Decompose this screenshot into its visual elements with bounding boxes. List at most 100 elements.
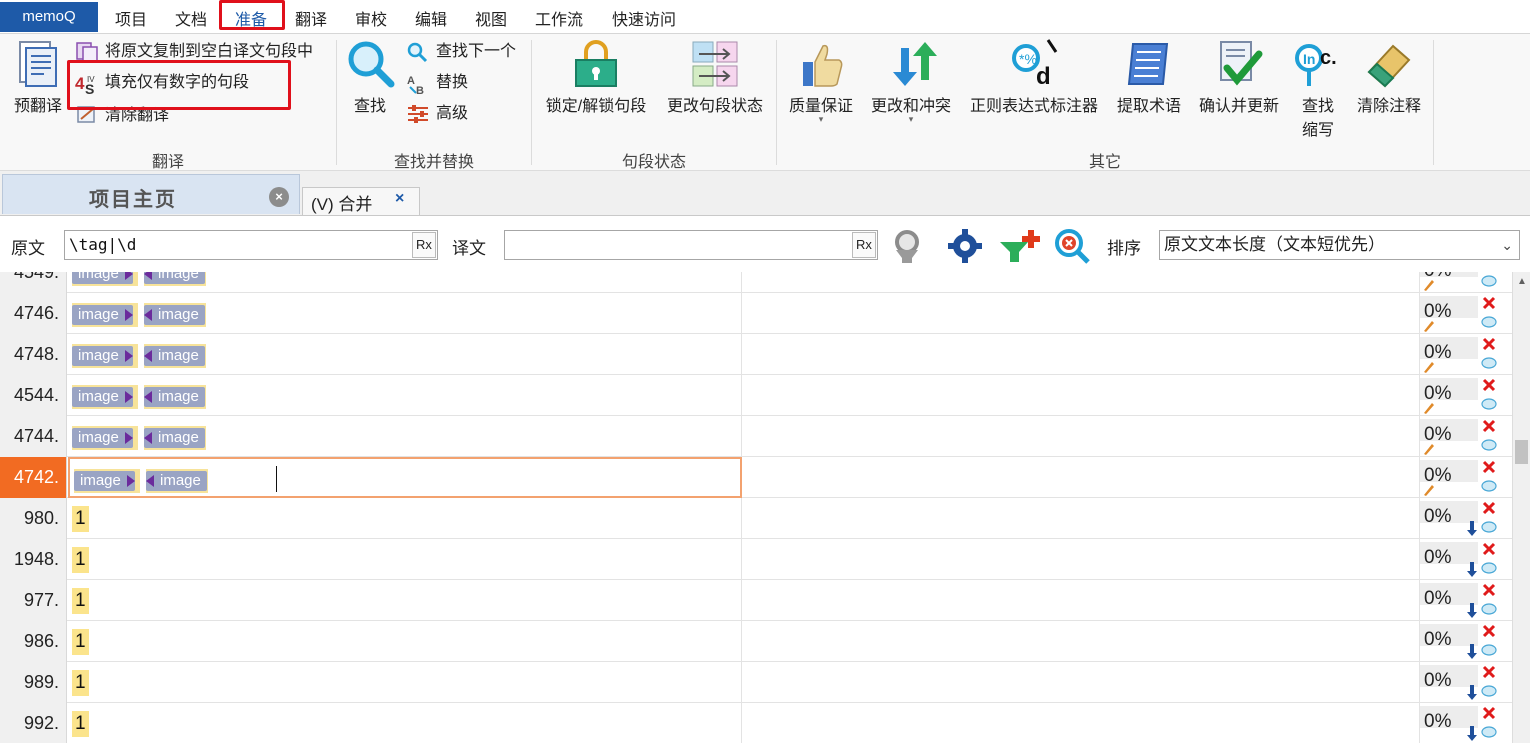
comment-bubble-icon[interactable]: [1481, 357, 1497, 371]
sort-select[interactable]: 原文文本长度（文本短优先） ⌄: [1159, 230, 1520, 260]
clear-filter-search-icon[interactable]: [1052, 228, 1094, 264]
source-cell[interactable]: 1: [68, 703, 742, 743]
menu-project[interactable]: 项目: [115, 6, 147, 30]
confirm-update-button[interactable]: 确认并更新: [1194, 38, 1284, 116]
scroll-up-icon[interactable]: ▲: [1517, 276, 1527, 287]
change-status-button[interactable]: 更改句段状态: [661, 38, 769, 116]
comment-bubble-icon[interactable]: [1481, 480, 1497, 494]
source-cell[interactable]: image image: [68, 334, 742, 375]
opening-tag[interactable]: image: [72, 428, 133, 448]
close-icon[interactable]: ×: [269, 187, 289, 207]
lock-unlock-button[interactable]: 锁定/解锁句段: [540, 38, 652, 116]
comment-bubble-icon[interactable]: [1481, 316, 1497, 330]
closing-tag[interactable]: image: [146, 471, 207, 491]
advanced-button[interactable]: 高级: [406, 102, 506, 126]
table-row[interactable]: 980. 1 0%: [0, 498, 1512, 539]
find-abbreviation-button[interactable]: In c. 查找 缩写: [1292, 38, 1344, 140]
table-row[interactable]: 4742. image image 0%: [0, 457, 1512, 498]
table-row[interactable]: 992. 1 0%: [0, 703, 1512, 743]
qa-button[interactable]: 质量保证 ▾: [784, 38, 858, 125]
table-row[interactable]: 4744. image image 0%: [0, 416, 1512, 457]
target-cell[interactable]: [743, 539, 1419, 580]
opening-tag[interactable]: image: [72, 387, 133, 407]
menu-quick-access[interactable]: 快速访问: [612, 6, 676, 30]
find-next-button[interactable]: 查找下一个: [406, 40, 526, 64]
target-cell[interactable]: [743, 293, 1419, 334]
target-cell[interactable]: [743, 272, 1419, 293]
source-filter-input[interactable]: \tag|\d Rx: [64, 230, 438, 260]
comment-bubble-icon[interactable]: [1481, 562, 1497, 576]
comment-bubble-icon[interactable]: [1481, 726, 1497, 740]
vertical-scrollbar[interactable]: ▲: [1512, 272, 1530, 743]
menu-document[interactable]: 文档: [175, 6, 207, 30]
opening-tag[interactable]: image: [72, 272, 133, 284]
source-cell[interactable]: image image: [68, 375, 742, 416]
menu-review[interactable]: 审校: [355, 6, 387, 30]
target-cell[interactable]: [743, 621, 1419, 662]
clear-comments-button[interactable]: 清除注释: [1352, 38, 1426, 116]
comment-bubble-icon[interactable]: [1481, 644, 1497, 658]
target-cell[interactable]: [743, 498, 1419, 539]
table-row[interactable]: 4746. image image 0%: [0, 293, 1512, 334]
table-row[interactable]: 989. 1 0%: [0, 662, 1512, 703]
table-row[interactable]: 977. 1 0%: [0, 580, 1512, 621]
replace-button[interactable]: A B 替换: [406, 71, 506, 96]
filter-search-icon[interactable]: [890, 228, 930, 264]
menu-workflow[interactable]: 工作流: [535, 6, 583, 30]
pretranslate-button[interactable]: 预翻译: [8, 38, 68, 116]
source-cell[interactable]: 1: [68, 539, 742, 580]
target-cell[interactable]: [743, 375, 1419, 416]
changes-conflicts-button[interactable]: 更改和冲突 ▾: [866, 38, 956, 125]
comment-bubble-icon[interactable]: [1481, 398, 1497, 412]
reject-x-icon[interactable]: [1482, 542, 1496, 556]
closing-tag[interactable]: image: [144, 387, 205, 407]
source-cell[interactable]: 1: [68, 580, 742, 621]
closing-tag[interactable]: image: [144, 346, 205, 366]
comment-bubble-icon[interactable]: [1481, 439, 1497, 453]
reject-x-icon[interactable]: [1482, 296, 1496, 310]
comment-bubble-icon[interactable]: [1481, 603, 1497, 617]
table-row[interactable]: 986. 1 0%: [0, 621, 1512, 662]
table-row[interactable]: 1948. 1 0%: [0, 539, 1512, 580]
extract-terms-button[interactable]: 提取术语: [1112, 38, 1186, 116]
source-regex-toggle[interactable]: Rx: [412, 232, 436, 258]
tab-merge[interactable]: (V) 合并 ×: [302, 187, 420, 215]
reject-x-icon[interactable]: [1482, 337, 1496, 351]
menu-view[interactable]: 视图: [475, 6, 507, 30]
target-cell[interactable]: [743, 580, 1419, 621]
comment-bubble-icon[interactable]: [1481, 521, 1497, 535]
reject-x-icon[interactable]: [1482, 706, 1496, 720]
add-filter-icon[interactable]: [998, 228, 1042, 264]
opening-tag[interactable]: image: [72, 305, 133, 325]
reject-x-icon[interactable]: [1482, 624, 1496, 638]
target-cell[interactable]: [743, 334, 1419, 375]
app-menu-button[interactable]: memoQ: [0, 2, 98, 32]
target-cell[interactable]: [743, 662, 1419, 703]
source-cell[interactable]: image image: [68, 457, 742, 498]
closing-tag[interactable]: image: [144, 272, 205, 284]
reject-x-icon[interactable]: [1482, 501, 1496, 515]
find-button[interactable]: 查找: [342, 38, 398, 116]
source-cell[interactable]: image image: [68, 272, 742, 293]
reject-x-icon[interactable]: [1482, 378, 1496, 392]
source-cell[interactable]: image image: [68, 416, 742, 457]
menu-translate[interactable]: 翻译: [295, 6, 327, 30]
source-cell[interactable]: image image: [68, 293, 742, 334]
comment-bubble-icon[interactable]: [1481, 685, 1497, 699]
closing-tag[interactable]: image: [144, 305, 205, 325]
menu-edit[interactable]: 编辑: [415, 6, 447, 30]
reject-x-icon[interactable]: [1482, 583, 1496, 597]
source-cell[interactable]: 1: [68, 621, 742, 662]
reject-x-icon[interactable]: [1482, 665, 1496, 679]
target-cell[interactable]: [743, 457, 1419, 498]
table-row[interactable]: 4544. image image 0%: [0, 375, 1512, 416]
table-row[interactable]: 4748. image image 0%: [0, 334, 1512, 375]
tab-project-home[interactable]: 项目主页 ×: [2, 174, 300, 214]
opening-tag[interactable]: image: [74, 471, 135, 491]
target-regex-toggle[interactable]: Rx: [852, 232, 876, 258]
scrollbar-thumb[interactable]: [1515, 440, 1528, 464]
reject-x-icon[interactable]: [1482, 419, 1496, 433]
settings-gear-icon[interactable]: [945, 228, 985, 264]
reject-x-icon[interactable]: [1482, 460, 1496, 474]
close-icon[interactable]: ×: [395, 190, 404, 208]
